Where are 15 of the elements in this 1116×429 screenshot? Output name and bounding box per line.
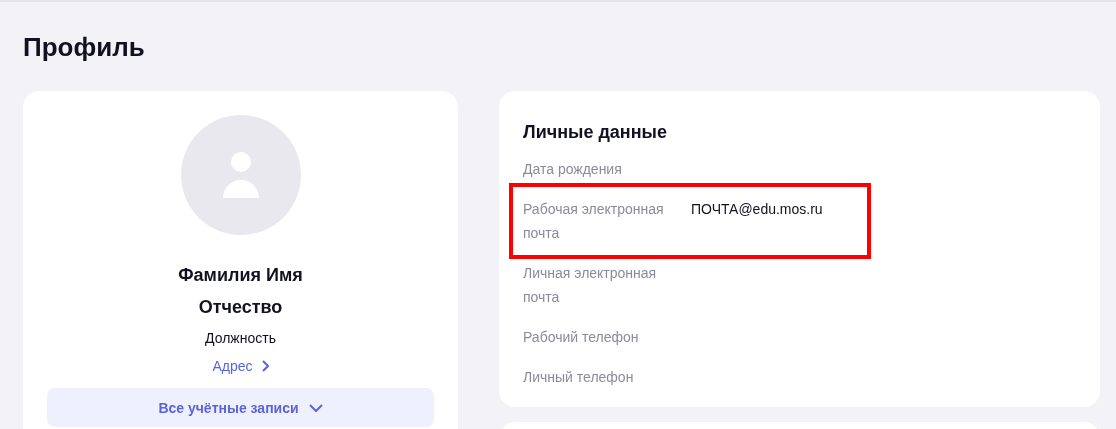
- all-accounts-button[interactable]: Все учётные записи: [47, 388, 434, 427]
- field-label: Личный телефон: [523, 368, 635, 387]
- field-label: Рабочий телефон: [523, 328, 640, 347]
- field-value: ПОЧТА@edu.mos.ru: [691, 200, 823, 219]
- patronymic: Отчество: [198, 296, 283, 319]
- chevron-right-icon: [260, 360, 269, 372]
- page-title: Профиль: [22, 31, 146, 61]
- position-text: Должность: [205, 329, 276, 347]
- full-name: Фамилия Имя: [178, 264, 303, 287]
- field-label: Рабочая электронная почта: [523, 200, 665, 243]
- address-link[interactable]: Адрес: [212, 357, 269, 375]
- section-title: Личные данные: [523, 121, 668, 143]
- chevron-down-icon: [308, 403, 323, 412]
- field-label: Личная электронная почта: [523, 264, 658, 307]
- field-label: Дата рождения: [523, 160, 623, 179]
